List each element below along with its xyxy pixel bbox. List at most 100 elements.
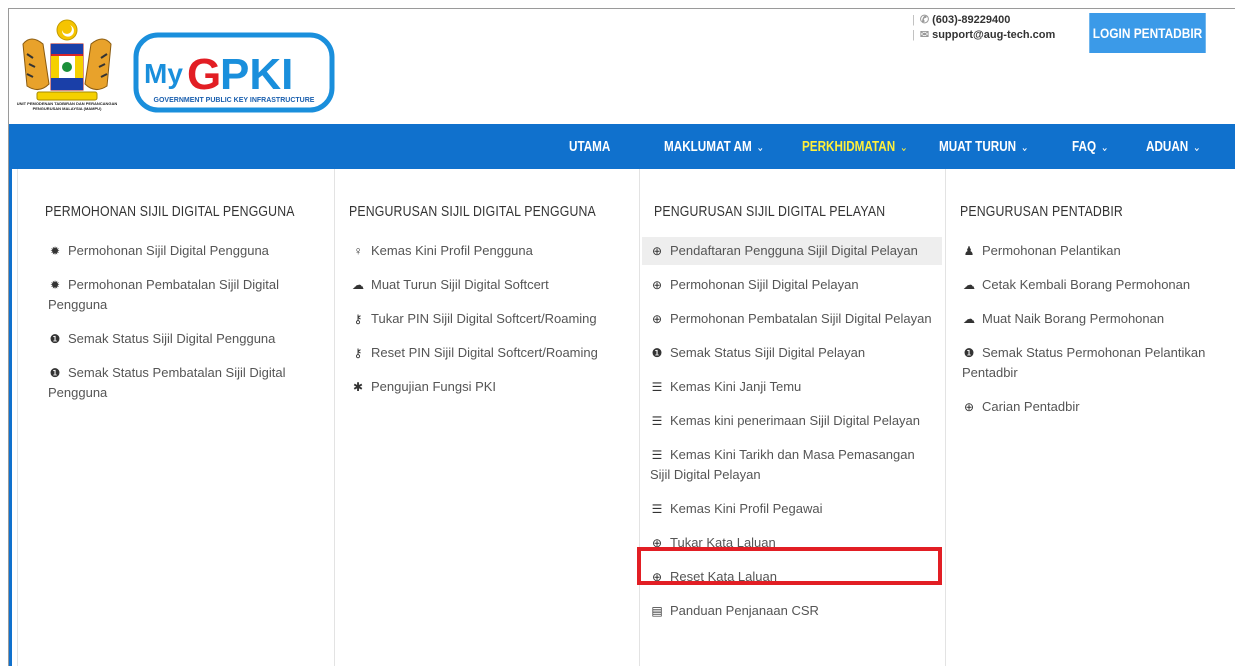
column-title: PENGURUSAN PENTADBIR <box>960 203 1123 220</box>
menu-item-label: Semak Status Sijil Digital Pengguna <box>68 331 276 346</box>
mygpki-logo[interactable]: My G PKI GOVERNMENT PUBLIC KEY INFRASTRU… <box>132 31 336 114</box>
lock-icon: ⊕ <box>651 244 663 258</box>
info-icon: ❶ <box>963 346 975 360</box>
menu-item[interactable]: ❶ Semak Status Permohonan Pelantikan Pent… <box>954 339 1235 387</box>
menu-item-label: Kemas Kini Profil Pegawai <box>670 501 823 516</box>
menu-item-label: Kemas Kini Janji Temu <box>670 379 802 394</box>
menu-item[interactable]: ✱ Pengujian Fungsi PKI <box>343 373 639 401</box>
list-icon: ☰ <box>651 448 663 462</box>
logo-my-text: My <box>144 58 183 89</box>
menu-item[interactable]: ♀ Kemas Kini Profil Pengguna <box>343 237 639 265</box>
menu-item-label: Tukar PIN Sijil Digital Softcert/Roaming <box>371 311 597 326</box>
menu-item-label: Permohonan Pembatalan Sijil Digital Pela… <box>670 311 932 326</box>
user-icon: ♀ <box>353 244 363 258</box>
menu-item-label: Muat Turun Sijil Digital Softcert <box>371 277 549 292</box>
gear-icon: ✹ <box>49 278 61 292</box>
menu-item[interactable]: ❶ Semak Status Sijil Digital Pengguna <box>40 325 330 353</box>
chevron-down-icon: ⌄ <box>899 140 908 154</box>
menu-item-label: Semak Status Permohonan Pelantikan Penta… <box>962 345 1206 380</box>
menu-item-label: Permohonan Pelantikan <box>982 243 1121 258</box>
logo-pki-text: PKI <box>220 50 293 99</box>
logo-g-text: G <box>187 50 221 99</box>
column-title: PENGURUSAN SIJIL DIGITAL PELAYAN <box>654 203 886 220</box>
menu-column-permohonan: PERMOHONAN SIJIL DIGITAL PENGGUNA ✹ Permo… <box>18 169 335 666</box>
menu-item[interactable]: ❶ Semak Status Pembatalan Sijil Digital P… <box>40 359 330 407</box>
phone-icon: ✆ <box>919 14 930 26</box>
gear-icon: ✹ <box>49 244 61 258</box>
page-left-accent <box>9 169 12 666</box>
login-admin-button[interactable]: LOGIN PENTADBIR <box>1089 13 1206 53</box>
nav-item-perkhidmatan[interactable]: PERKHIDMATAN ⌄ <box>802 124 908 169</box>
info-icon: ❶ <box>49 366 61 380</box>
contact-info: | ✆ (603)-89229400 | ✉ support@aug-tech.com <box>912 13 1056 43</box>
menu-item[interactable]: ⊕ Carian Pentadbir <box>954 393 1235 421</box>
menu-item[interactable]: ☰ Kemas Kini Janji Temu <box>642 373 942 401</box>
user-icon: ♟ <box>963 244 975 258</box>
column-list: ♀ Kemas Kini Profil Pengguna ☁ Muat Turun … <box>343 237 639 407</box>
lock-icon: ⊕ <box>651 278 663 292</box>
list-icon: ☰ <box>651 414 663 428</box>
nav-item-label: FAQ <box>1072 138 1097 155</box>
menu-column-pentadbir: PENGURUSAN PENTADBIR ♟ Permohonan Pelanti… <box>946 169 1235 666</box>
list-icon: ☰ <box>651 502 663 516</box>
asterisk-icon: ✱ <box>352 380 364 394</box>
nav-item-maklumat-am[interactable]: MAKLUMAT AM ⌄ <box>664 124 764 169</box>
menu-item-label: Semak Status Pembatalan Sijil Digital Pe… <box>48 365 286 400</box>
key-icon: ⚷ <box>353 312 363 326</box>
logo-subtitle: GOVERNMENT PUBLIC KEY INFRASTRUCTURE <box>154 97 315 104</box>
nav-item-faq[interactable]: FAQ ⌄ <box>1072 124 1109 169</box>
menu-item[interactable]: ▤ Panduan Penjanaan CSR <box>642 597 942 625</box>
menu-item[interactable]: ✹ Permohonan Pembatalan Sijil Digital Pen… <box>40 271 330 319</box>
menu-item[interactable]: ⊕ Permohonan Sijil Digital Pelayan <box>642 271 942 299</box>
menu-item-label: Kemas Kini Tarikh dan Masa Pemasangan Si… <box>650 447 915 482</box>
perkhidmatan-mega-menu: PERMOHONAN SIJIL DIGITAL PENGGUNA ✹ Permo… <box>17 169 1235 666</box>
menu-item[interactable]: ☰ Kemas kini penerimaan Sijil Digital Pel… <box>642 407 942 435</box>
nav-item-label: ADUAN <box>1146 138 1189 155</box>
menu-item-label: Permohonan Sijil Digital Pengguna <box>68 243 269 258</box>
menu-item[interactable]: ⚷ Reset PIN Sijil Digital Softcert/Roamin… <box>343 339 639 367</box>
chevron-down-icon: ⌄ <box>1100 140 1109 154</box>
key-icon: ⚷ <box>353 346 363 360</box>
nav-item-utama[interactable]: UTAMA <box>569 124 610 169</box>
column-title: PENGURUSAN SIJIL DIGITAL PENGGUNA <box>349 203 596 220</box>
site-header: UNIT PEMODENAN TADBIRAN DAN PERANCANGAN … <box>9 9 1235 124</box>
nav-item-muat-turun[interactable]: MUAT TURUN ⌄ <box>939 124 1029 169</box>
menu-item-label: Kemas Kini Profil Pengguna <box>371 243 533 258</box>
browser-frame: UNIT PEMODENAN TADBIRAN DAN PERANCANGAN … <box>8 8 1235 666</box>
chevron-down-icon: ⌄ <box>756 140 765 154</box>
menu-item[interactable]: ❶ Semak Status Sijil Digital Pelayan <box>642 339 942 367</box>
menu-item-label: Muat Naik Borang Permohonan <box>982 311 1165 326</box>
menu-item[interactable]: ☰ Kemas Kini Tarikh dan Masa Pemasangan S… <box>642 441 942 489</box>
menu-item-kemas-kini-profil-pegawai[interactable]: ☰ Kemas Kini Profil Pegawai <box>642 495 942 523</box>
menu-column-pengurusan-pelayan: PENGURUSAN SIJIL DIGITAL PELAYAN ⊕ Pendaf… <box>640 169 946 666</box>
column-list: ✹ Permohonan Sijil Digital Pengguna ✹ Perm… <box>40 237 330 413</box>
menu-item[interactable]: ☁ Cetak Kembali Borang Permohonan <box>954 271 1235 299</box>
contact-email[interactable]: support@aug-tech.com <box>932 28 1055 43</box>
contact-phone[interactable]: (603)-89229400 <box>932 13 1010 28</box>
main-navbar: UTAMA MAKLUMAT AM ⌄ PERKHIDMATAN ⌄ MUAT TU… <box>9 124 1235 169</box>
column-title: PERMOHONAN SIJIL DIGITAL PENGGUNA <box>45 203 295 220</box>
menu-item[interactable]: ✹ Permohonan Sijil Digital Pengguna <box>40 237 330 265</box>
info-icon: ❶ <box>651 346 663 360</box>
menu-item[interactable]: ⚷ Tukar PIN Sijil Digital Softcert/Roamin… <box>343 305 639 333</box>
cloud-upload-icon: ☁ <box>963 312 975 326</box>
menu-item[interactable]: ⊕ Pendaftaran Pengguna Sijil Digital Pela… <box>642 237 942 265</box>
lock-icon: ⊕ <box>651 312 663 326</box>
nav-item-aduan[interactable]: ADUAN ⌄ <box>1146 124 1201 169</box>
nav-item-label: UTAMA <box>569 138 611 155</box>
menu-item[interactable]: ☁ Muat Naik Borang Permohonan <box>954 305 1235 333</box>
chevron-down-icon: ⌄ <box>1192 140 1201 154</box>
menu-item[interactable]: ♟ Permohonan Pelantikan <box>954 237 1235 265</box>
menu-item-label: Pendaftaran Pengguna Sijil Digital Pelay… <box>670 243 918 258</box>
menu-item-label: Carian Pentadbir <box>982 399 1080 414</box>
menu-item-label: Semak Status Sijil Digital Pelayan <box>670 345 866 360</box>
nav-item-label: MAKLUMAT AM <box>664 138 752 155</box>
menu-item-label: Kemas kini penerimaan Sijil Digital Pela… <box>670 413 921 428</box>
annotation-highlight-box <box>637 547 942 585</box>
chevron-down-icon: ⌄ <box>1020 140 1029 154</box>
cloud-download-icon: ☁ <box>352 278 364 292</box>
menu-item[interactable]: ⊕ Permohonan Pembatalan Sijil Digital Pel… <box>642 305 942 333</box>
cloud-icon: ☁ <box>963 278 975 292</box>
menu-item[interactable]: ☁ Muat Turun Sijil Digital Softcert <box>343 271 639 299</box>
menu-item-label: Pengujian Fungsi PKI <box>371 379 497 394</box>
